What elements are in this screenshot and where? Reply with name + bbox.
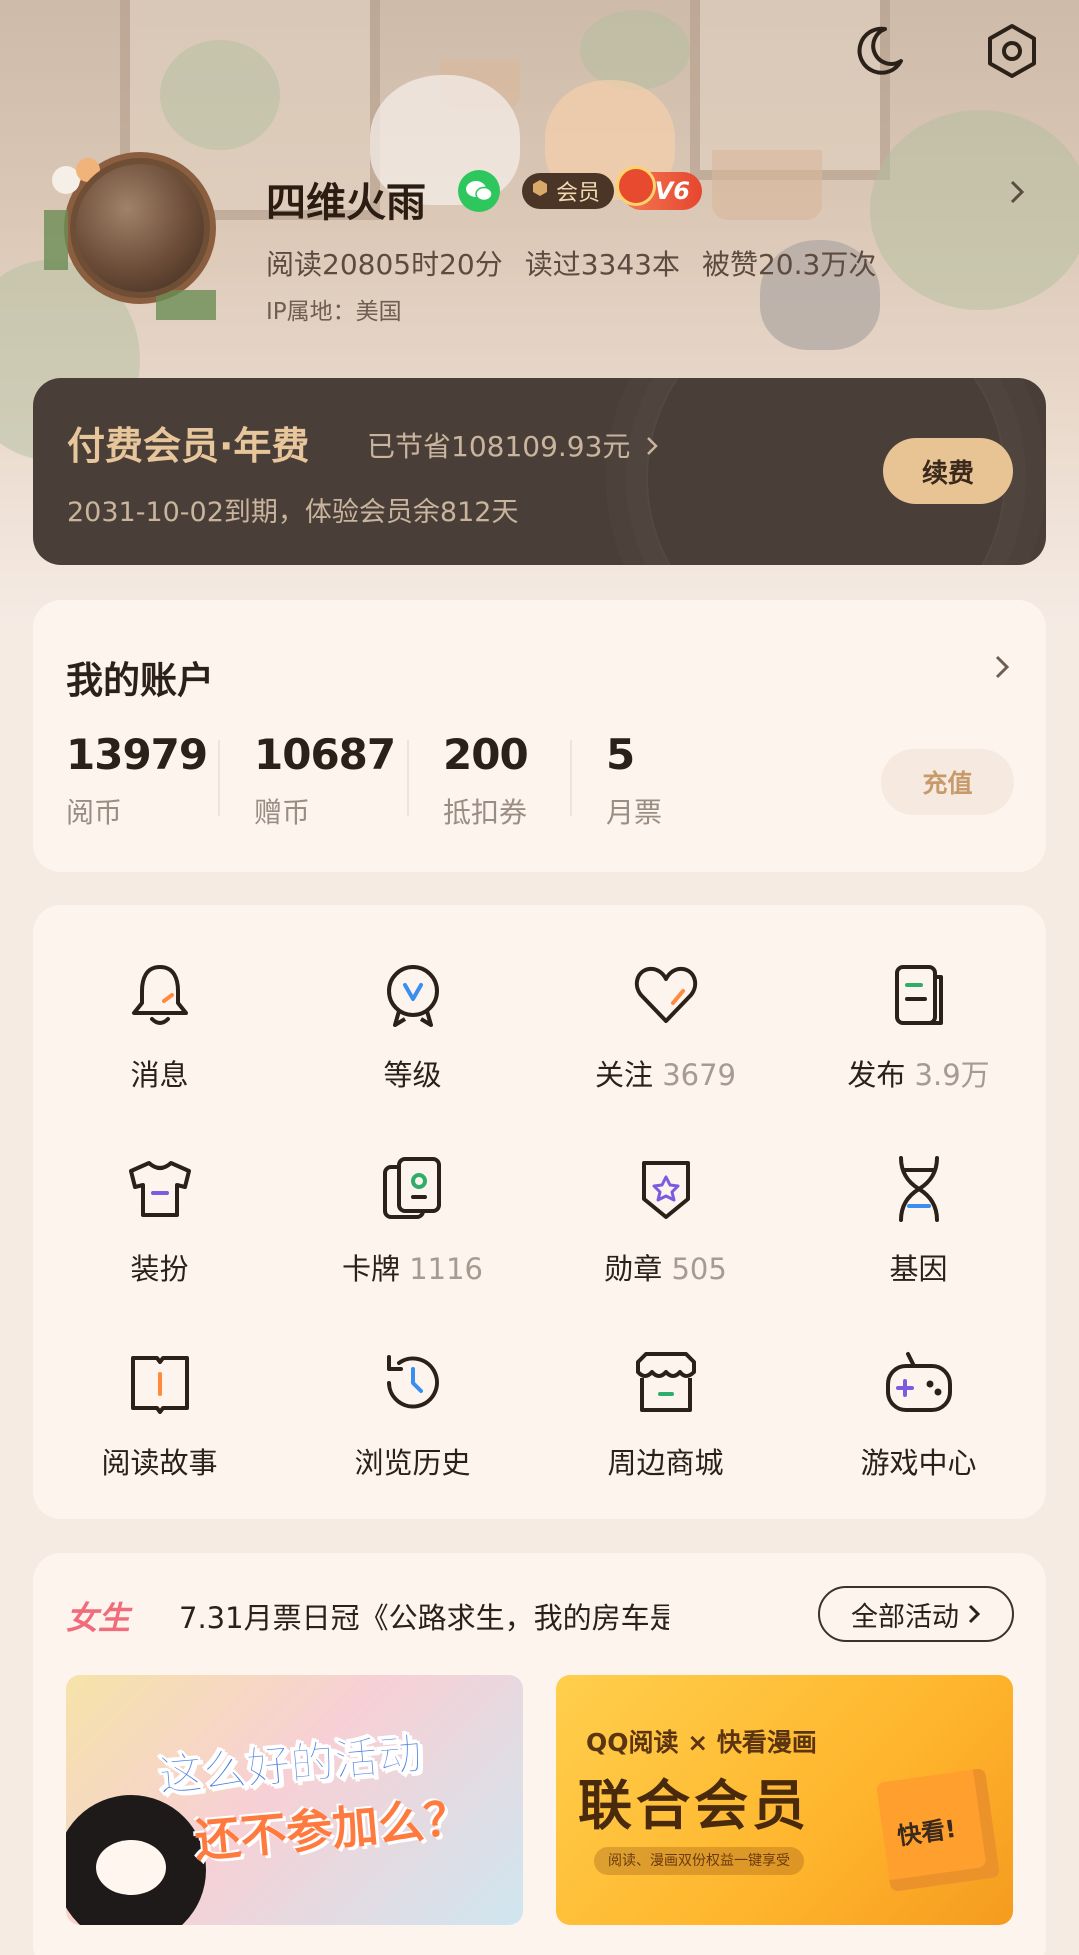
- heart-icon: [631, 960, 701, 1030]
- grid-label: 消息: [130, 1058, 189, 1092]
- grid-label: 勋章: [604, 1252, 663, 1286]
- level-crown-icon: [616, 166, 656, 206]
- grid-label: 装扮: [130, 1252, 189, 1286]
- reading-time: 阅读20805时20分: [266, 248, 503, 281]
- account-title: 我的账户: [66, 659, 214, 702]
- level-badge[interactable]: V6: [616, 166, 702, 210]
- publish-icon: [884, 960, 954, 1030]
- cards-icon: [378, 1154, 448, 1224]
- shop-icon: [631, 1348, 701, 1418]
- history-clock-icon: [378, 1348, 448, 1418]
- grid-item-cards[interactable]: 卡牌 1116: [286, 1154, 539, 1288]
- username: 四维火雨: [266, 180, 426, 226]
- banner-right-line1: QQ阅读 × 快看漫画: [586, 1728, 817, 1757]
- bell-icon: [125, 960, 195, 1030]
- grid-label: 卡牌: [341, 1252, 400, 1286]
- all-activities-button[interactable]: 全部活动: [818, 1586, 1014, 1642]
- grid-label: 浏览历史: [354, 1446, 471, 1480]
- profile-chevron-icon[interactable]: [1008, 178, 1026, 210]
- grid-count: 505: [671, 1252, 727, 1286]
- kuaikan-box-label: 快看!: [895, 1814, 958, 1851]
- grid-label: 发布: [847, 1058, 906, 1092]
- monthly-tickets-label: 月票: [606, 796, 663, 829]
- activity-headline[interactable]: 7.31月票日冠《公路求生，我的房车是...: [179, 1595, 669, 1637]
- recharge-button[interactable]: 充值: [881, 749, 1014, 815]
- membership-saved[interactable]: 已节省108109.93元: [367, 425, 659, 465]
- penguin-mascot-icon: [66, 1795, 206, 1925]
- books-read: 读过3343本: [524, 248, 680, 281]
- vip-crown-icon: [530, 178, 550, 204]
- avatar[interactable]: [36, 140, 226, 330]
- tshirt-icon: [125, 1154, 195, 1224]
- badge-icon: [631, 1154, 701, 1224]
- dna-icon: [884, 1154, 954, 1224]
- wechat-icon: [458, 170, 500, 212]
- grid-item-genes[interactable]: 基因: [792, 1154, 1045, 1288]
- membership-expire: 2031-10-02到期，体验会员余812天: [67, 497, 519, 528]
- kuaikan-box-icon: 快看!: [875, 1767, 1001, 1893]
- ip-location: IP属地：美国: [266, 299, 402, 325]
- monthly-tickets-value: 5: [606, 730, 635, 779]
- banner-right-line2: 联合会员: [578, 1774, 810, 1837]
- divider: [218, 740, 220, 816]
- account-read-coins[interactable]: 13979 阅币: [66, 730, 208, 831]
- divider: [407, 740, 409, 816]
- grid-item-badges[interactable]: 勋章 505: [539, 1154, 792, 1288]
- grid-item-publish[interactable]: 发布 3.9万: [792, 960, 1045, 1094]
- girl-tag: 女生: [66, 1599, 131, 1637]
- membership-card[interactable]: 付费会员·年费 已节省108109.93元 2031-10-02到期，体验会员余…: [33, 378, 1046, 565]
- chevron-right-icon: [968, 1604, 981, 1624]
- grid-label: 基因: [889, 1252, 948, 1286]
- chevron-right-icon: [647, 437, 659, 455]
- grid-item-shop[interactable]: 周边商城: [539, 1348, 792, 1482]
- account-vouchers[interactable]: 200 抵扣券: [443, 730, 529, 831]
- vip-badge[interactable]: 会员: [522, 173, 615, 209]
- all-activities-label: 全部活动: [851, 1601, 959, 1633]
- night-mode-icon[interactable]: [850, 22, 908, 80]
- level-badge-label: V6: [654, 177, 690, 205]
- grid-item-game-center[interactable]: 游戏中心: [792, 1348, 1045, 1482]
- vip-badge-label: 会员: [556, 181, 601, 206]
- gift-coins-value: 10687: [254, 730, 396, 779]
- grid-item-messages[interactable]: 消息: [33, 960, 286, 1094]
- grid-count: 1116: [409, 1252, 484, 1286]
- book-icon: [125, 1348, 195, 1418]
- activity-banner-left[interactable]: 这么好的活动 还不参加么？: [66, 1675, 523, 1925]
- reading-stats: 阅读20805时20分 读过3343本 被赞20.3万次: [266, 243, 898, 283]
- grid-label: 关注: [594, 1058, 653, 1092]
- grid-label: 阅读故事: [101, 1446, 218, 1480]
- activity-banner-right[interactable]: QQ阅读 × 快看漫画 联合会员 阅读、漫画双份权益一键享受 快看!: [556, 1675, 1013, 1925]
- account-card[interactable]: 我的账户 13979 阅币 10687 赠币 200 抵扣券 5 月票 充值: [33, 600, 1046, 872]
- account-monthly-tickets[interactable]: 5 月票: [606, 730, 662, 831]
- grid-count: 3679: [662, 1058, 737, 1092]
- account-gift-coins[interactable]: 10687 赠币: [254, 730, 396, 831]
- avatar-photo: [70, 158, 210, 298]
- read-coins-label: 阅币: [66, 796, 123, 829]
- feature-grid-card: 消息 等级 关注 3679 发布 3.9万 装扮 卡牌 1116 勋章 505 …: [33, 905, 1046, 1519]
- grid-item-level[interactable]: 等级: [286, 960, 539, 1094]
- banner-right-line3: 阅读、漫画双份权益一键享受: [594, 1847, 804, 1875]
- activity-card: 女生 7.31月票日冠《公路求生，我的房车是... 全部活动 这么好的活动 还不…: [33, 1553, 1046, 1955]
- grid-item-history[interactable]: 浏览历史: [286, 1348, 539, 1482]
- vouchers-label: 抵扣券: [443, 796, 528, 829]
- level-medal-icon: [378, 960, 448, 1030]
- likes-count: 被赞20.3万次: [701, 248, 877, 281]
- vouchers-value: 200: [443, 730, 529, 779]
- grid-count: 3.9万: [914, 1058, 990, 1092]
- gamepad-icon: [884, 1348, 954, 1418]
- chevron-right-icon[interactable]: [994, 654, 1010, 684]
- grid-label: 等级: [383, 1058, 442, 1092]
- divider: [570, 740, 572, 816]
- gift-coins-label: 赠币: [254, 796, 311, 829]
- grid-item-dressup[interactable]: 装扮: [33, 1154, 286, 1288]
- membership-saved-text: 已节省108109.93元: [367, 430, 631, 463]
- membership-title: 付费会员·年费: [67, 424, 310, 468]
- grid-label: 游戏中心: [860, 1446, 977, 1480]
- grid-item-following[interactable]: 关注 3679: [539, 960, 792, 1094]
- grid-label: 周边商城: [607, 1446, 724, 1480]
- settings-gear-icon[interactable]: [983, 22, 1041, 80]
- renew-button[interactable]: 续费: [883, 438, 1013, 504]
- read-coins-value: 13979: [66, 730, 208, 779]
- grid-item-reading-story[interactable]: 阅读故事: [33, 1348, 286, 1482]
